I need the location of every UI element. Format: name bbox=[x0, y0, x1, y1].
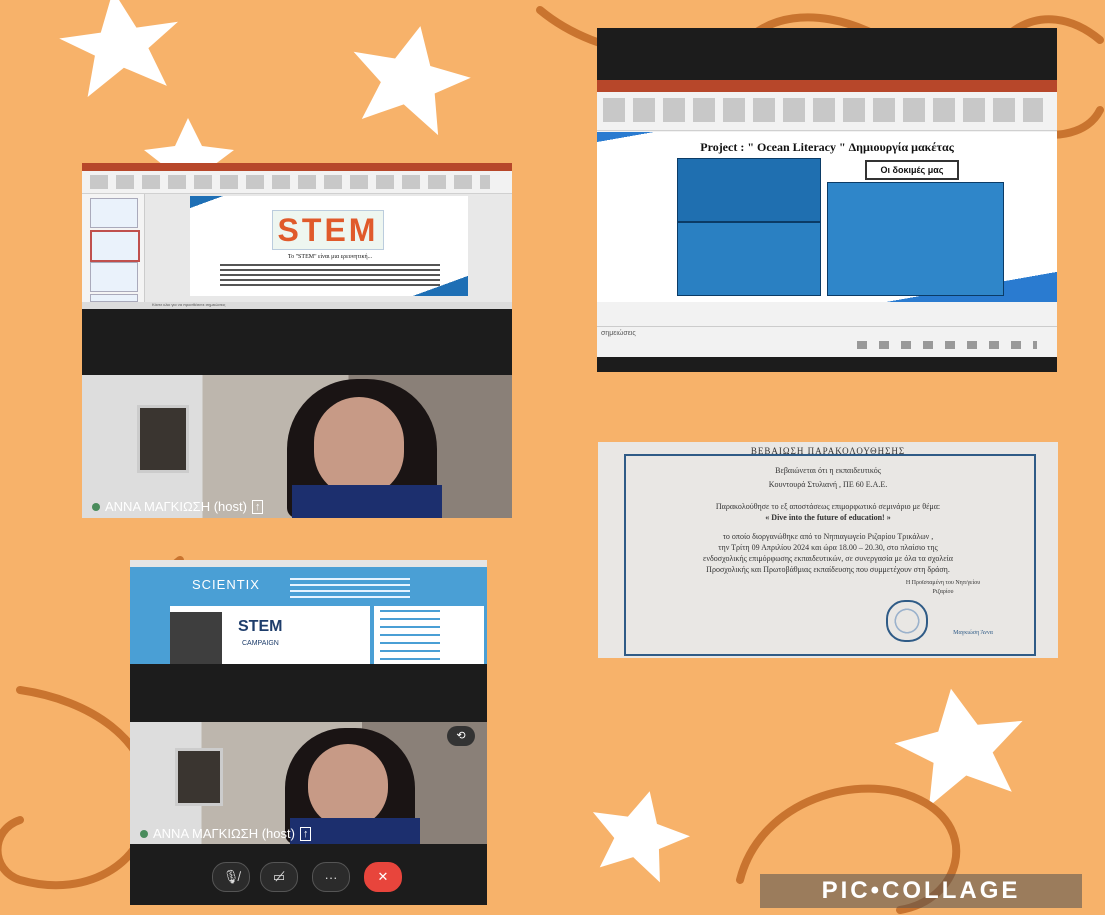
wall-picture bbox=[137, 405, 189, 473]
hero-banner[interactable]: STEM CAMPAIGN bbox=[170, 606, 370, 664]
person-shirt bbox=[292, 485, 442, 518]
camera-off-icon: ▭̸ bbox=[272, 869, 286, 884]
person-face bbox=[308, 744, 388, 828]
slide-title: Project : " Ocean Literacy " Δημιουργία … bbox=[700, 140, 954, 154]
host-video-feed: ⟲ ΑΝΝΑ ΜΑΓΚΙΩΣΗ (host) ↑ bbox=[130, 722, 487, 844]
slide-thumbnail[interactable] bbox=[90, 198, 138, 228]
powerpoint-window: Project : " Ocean Literacy " Δημιουργία … bbox=[597, 80, 1057, 357]
wall-picture bbox=[175, 748, 223, 806]
scientix-logo[interactable]: SCIENTIX bbox=[192, 577, 260, 592]
camera-button[interactable]: ▭̸ bbox=[260, 862, 298, 892]
picollage-watermark: PIC•COLLAGE bbox=[760, 874, 1082, 908]
browser-window: SCIENTIX STEM CAMPAIGN bbox=[130, 560, 487, 664]
host-video-feed: ΑΝΝΑ ΜΑΓΚΙΩΣΗ (host) ↑ bbox=[82, 375, 512, 518]
slide-thumbnail[interactable] bbox=[90, 230, 140, 262]
star-icon bbox=[894, 688, 1023, 807]
slide-body-text: Το "STEM" είναι μια ερευνητική... bbox=[287, 254, 373, 260]
site-nav-menu[interactable] bbox=[290, 578, 410, 600]
slide-canvas[interactable]: STEM Το "STEM" είναι μια ερευνητική... bbox=[190, 196, 468, 296]
ribbon-toolbar[interactable] bbox=[597, 92, 1057, 131]
slide-body-lines bbox=[220, 264, 440, 286]
ocean-photo bbox=[677, 158, 821, 222]
stem-logo: STEM bbox=[272, 210, 384, 250]
hero-campaign-text: CAMPAIGN bbox=[242, 640, 279, 647]
ribbon-toolbar[interactable] bbox=[82, 171, 512, 194]
status-bar: Κάντε κλικ για να προσθέσετε σημειώσεις bbox=[82, 302, 512, 309]
slide-banner: Οι δοκιμές μας bbox=[865, 160, 959, 180]
powerpoint-window: STEM Το "STEM" είναι μια ερευνητική... Κ… bbox=[82, 163, 512, 309]
ellipsis-icon: ··· bbox=[324, 869, 338, 885]
panel-stem-presentation: STEM Το "STEM" είναι μια ερευνητική... Κ… bbox=[82, 163, 512, 518]
star-icon bbox=[59, 0, 179, 98]
certificate-title: ΒΕΒΑΙΩΣΗ ΠΑΡΑΚΟΛΟΥΘΗΣΗΣ bbox=[750, 446, 906, 456]
star-icon bbox=[353, 26, 471, 136]
panel-scientix-meeting: SCIENTIX STEM CAMPAIGN ⟲ ΑΝΝΑ ΜΑΓΚΙΩΣΗ (… bbox=[130, 560, 487, 905]
site-sidebar[interactable] bbox=[374, 606, 484, 664]
hero-left-box bbox=[170, 612, 222, 664]
view-controls[interactable] bbox=[857, 341, 1037, 349]
status-bar: σημειώσεις bbox=[597, 326, 1057, 357]
star-icon bbox=[592, 791, 690, 883]
more-options-button[interactable]: ··· bbox=[312, 862, 350, 892]
mic-icon bbox=[140, 829, 148, 838]
close-icon: ✕ bbox=[377, 869, 389, 884]
ocean-photo bbox=[677, 222, 821, 296]
browser-tab-bar[interactable] bbox=[130, 560, 487, 567]
slide-canvas[interactable]: Project : " Ocean Literacy " Δημιουργία … bbox=[597, 132, 1057, 302]
person-face bbox=[314, 397, 404, 497]
title-bar bbox=[597, 80, 1057, 92]
title-bar bbox=[82, 163, 512, 171]
swirl-decoration bbox=[0, 686, 155, 890]
mute-button[interactable]: 🎙︎̸ bbox=[212, 862, 250, 892]
slide-thumbnail[interactable] bbox=[90, 262, 138, 292]
participant-label: ΑΝΝΑ ΜΑΓΚΙΩΣΗ (host) ↑ bbox=[92, 499, 264, 514]
mic-off-icon: 🎙︎̸ bbox=[222, 869, 240, 884]
share-screen-icon: ↑ bbox=[299, 826, 312, 841]
leave-meeting-button[interactable]: ✕ bbox=[364, 862, 402, 892]
ocean-photo bbox=[827, 182, 1004, 296]
mic-icon bbox=[92, 502, 100, 511]
slide-thumbnail[interactable] bbox=[90, 294, 138, 302]
share-screen-icon: ↑ bbox=[251, 499, 264, 514]
slide-thumbnail-pane[interactable] bbox=[82, 194, 145, 302]
hero-stem-text: STEM bbox=[238, 618, 283, 635]
panel-certificate: ΒΕΒΑΙΩΣΗ ΠΑΡΑΚΟΛΟΥΘΗΣΗΣ Βεβαιώνεται ότι … bbox=[598, 442, 1058, 658]
signature-name: Μαγκιώση Άννα bbox=[953, 630, 993, 636]
switch-camera-button[interactable]: ⟲ bbox=[447, 726, 475, 746]
panel-ocean-presentation: Project : " Ocean Literacy " Δημιουργία … bbox=[597, 28, 1057, 372]
participant-label: ΑΝΝΑ ΜΑΓΚΙΩΣΗ (host) ↑ bbox=[140, 826, 312, 841]
